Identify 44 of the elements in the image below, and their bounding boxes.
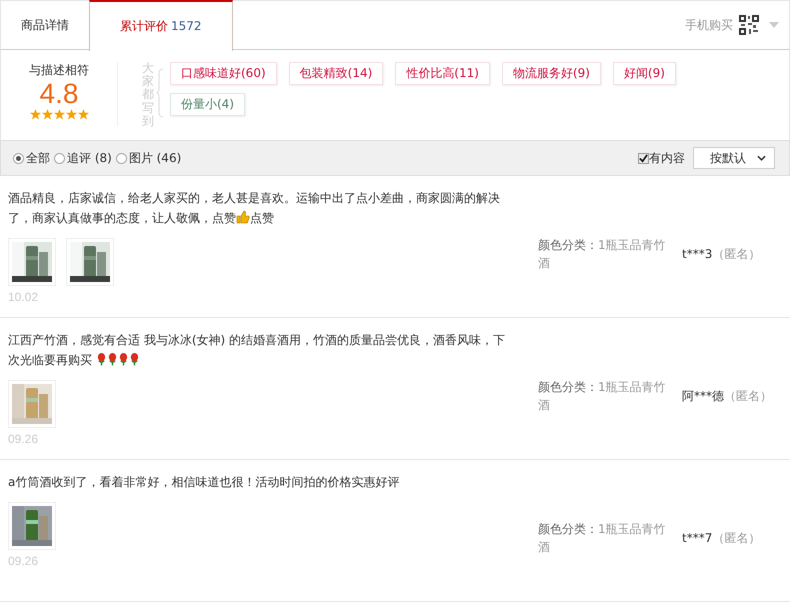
review-tag[interactable]: 性价比高(11) — [395, 62, 490, 85]
chevron-down-icon — [757, 155, 766, 161]
sort-dropdown[interactable]: 按默认 — [693, 147, 775, 169]
qr-code-icon[interactable] — [739, 15, 759, 35]
filter-label[interactable]: 全部 — [26, 150, 50, 166]
radio-button[interactable] — [116, 152, 127, 164]
rating-score: 4.8 — [40, 79, 78, 109]
rose-icon — [118, 352, 129, 366]
star-icon — [66, 109, 76, 120]
rose-icon — [106, 352, 118, 366]
star-icon — [30, 109, 40, 120]
rose-icon — [96, 352, 107, 366]
filter-label[interactable]: 追评 (8) — [67, 150, 112, 166]
star-icon — [42, 109, 52, 120]
anonymous-label: （匿名） — [724, 389, 772, 403]
anonymous-label: （匿名） — [712, 247, 760, 261]
user-name: t***7 — [682, 531, 712, 545]
checkbox[interactable] — [638, 152, 649, 164]
review-tag[interactable]: 物流服务好(9) — [502, 62, 601, 85]
review-tag[interactable]: 份量小(4) — [170, 93, 245, 116]
thumbs-up-icon — [236, 210, 250, 224]
brace-icon — [156, 68, 164, 118]
anonymous-label: （匿名） — [712, 531, 760, 545]
radio-button[interactable] — [13, 152, 24, 164]
rating-label: 与描述相符 — [29, 62, 89, 79]
sku-info: 颜色分类：1瓶玉品青竹酒 — [538, 237, 667, 272]
review-text: a竹筒酒收到了，看着非常好，相信味道也很！活动时间拍的价格实惠好评 — [8, 474, 400, 491]
sku-info: 颜色分类：1瓶玉品青竹酒 — [538, 379, 667, 414]
review-text: 江西产竹酒，感觉有合适 我与冰冰(女神) 的结婚喜酒用，竹酒的质量品尝优良，酒香风味，下次光临要再购买 — [8, 332, 506, 369]
sku-info: 颜色分类：1瓶玉品青竹酒 — [538, 521, 667, 556]
review-text: 酒品精良，店家诚信，给老人家买的，老人甚是喜欢。运输中出了点小差曲，商家圆满的解决了，商家认真做事的态度，让人敬佩，点赞 点赞 — [8, 190, 501, 227]
tab[interactable]: 商品详情 — [1, 0, 89, 50]
user-name: 阿***德 — [682, 389, 724, 403]
star-icon — [54, 109, 64, 120]
tab[interactable]: 累计评价 1572 — [89, 0, 233, 50]
checkbox-label[interactable]: 有内容 — [649, 150, 685, 166]
star-icon — [78, 109, 88, 120]
user-name: t***3 — [682, 247, 712, 261]
review-tag[interactable]: 好闻(9) — [612, 62, 676, 85]
review-tag[interactable]: 包装精致(14) — [288, 62, 384, 85]
filter-label[interactable]: 图片 (46) — [128, 150, 182, 166]
review-tag[interactable]: 口感味道好(60) — [170, 62, 277, 85]
rose-icon — [128, 352, 140, 366]
radio-button[interactable] — [54, 152, 65, 164]
